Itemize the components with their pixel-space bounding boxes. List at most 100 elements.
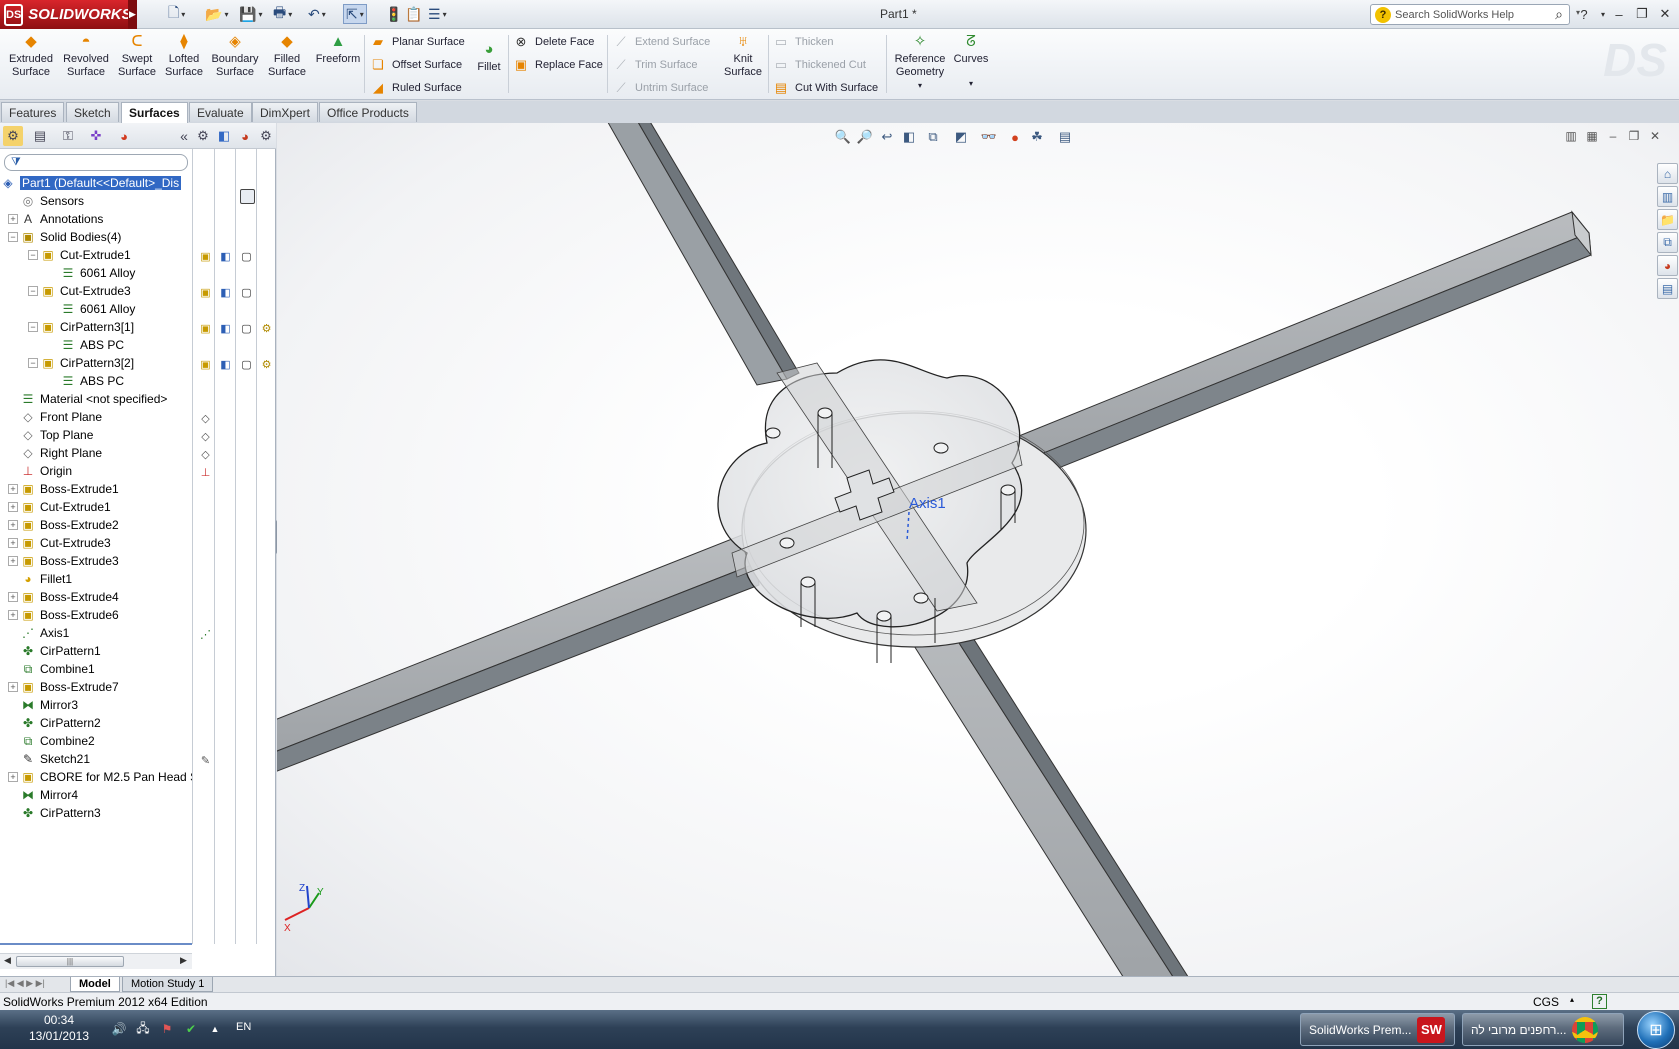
reference-geometry-dropdown-icon[interactable]: ▾: [918, 79, 922, 92]
tab-sketch[interactable]: Sketch: [66, 102, 119, 122]
offset-surface-button[interactable]: ❏ Offset Surface: [370, 55, 462, 75]
collapse-panel-icon[interactable]: «: [174, 126, 194, 146]
viewport-close-icon[interactable]: ✕: [1646, 128, 1664, 144]
edit-appearance-icon[interactable]: ●: [1005, 127, 1025, 147]
scroll-right-icon[interactable]: ▶: [180, 955, 187, 966]
taskbar-chrome-button[interactable]: רחפנים מרובי לה...: [1462, 1013, 1624, 1046]
material-column-icon[interactable]: ⚙: [259, 322, 274, 337]
tree-item[interactable]: + ▣ Boss-Extrude4: [0, 588, 192, 606]
tree-item[interactable]: + ▣ Cut-Extrude3: [0, 534, 192, 552]
solidworks-logo[interactable]: DS SOLIDWORKS: [0, 0, 132, 29]
scrollbar-thumb[interactable]: |||: [16, 956, 124, 967]
plane-visibility-icon[interactable]: ◇: [198, 448, 213, 463]
fillet-button[interactable]: ◕ Fillet: [466, 33, 512, 93]
tree-item[interactable]: ◇ Right Plane: [0, 444, 192, 462]
standoff[interactable]: [1000, 484, 1016, 496]
tree-item[interactable]: ✤ CirPattern3: [0, 804, 192, 822]
tree-root-part[interactable]: ◈ Part1 (Default<<Default>_Dis: [0, 174, 192, 192]
expand-toggle-icon[interactable]: +: [8, 772, 18, 782]
tree-item[interactable]: + ▣ CBORE for M2.5 Pan Head S: [0, 768, 192, 786]
view-palette-icon[interactable]: ⧉: [1657, 232, 1678, 253]
body-column-icon[interactable]: ▣: [198, 322, 213, 337]
show-hidden-icons-icon[interactable]: ▲: [206, 1020, 224, 1038]
tab-features[interactable]: Features: [1, 102, 65, 122]
trim-surface-button[interactable]: ⟋ Trim Surface: [613, 55, 697, 75]
scroll-left-icon[interactable]: ◀: [4, 955, 11, 966]
reference-geometry-button[interactable]: ✧ Reference Geometry ▾: [892, 33, 948, 93]
arm-upper-left[interactable]: [597, 123, 800, 386]
arm-right[interactable]: [976, 210, 1592, 496]
plane-visibility-icon[interactable]: ◇: [198, 430, 213, 445]
tree-item[interactable]: ⧉ Combine2: [0, 732, 192, 750]
system-clock[interactable]: 00:34 13/01/2013: [26, 1012, 92, 1044]
dimxpert-manager-icon[interactable]: ✜: [86, 126, 106, 146]
quick-tips-icon[interactable]: ?: [1592, 994, 1607, 1009]
display-column-icon[interactable]: ▢: [239, 322, 254, 337]
options-button[interactable]: ☰ ▾: [428, 4, 447, 24]
arm-lower-right[interactable]: [886, 588, 1192, 976]
thickened-cut-button[interactable]: ▭ Thickened Cut: [773, 55, 866, 75]
tab-model[interactable]: Model: [70, 977, 120, 992]
file-explorer-icon[interactable]: 📁: [1657, 209, 1678, 230]
zoom-to-area-icon[interactable]: 🔎: [855, 127, 875, 147]
apply-scene-icon[interactable]: ☘: [1027, 127, 1047, 147]
body-column-icon[interactable]: ▣: [198, 286, 213, 301]
tab-evaluate[interactable]: Evaluate: [189, 102, 252, 122]
curves-dropdown-icon[interactable]: ▾: [969, 77, 973, 90]
appearance-column-icon[interactable]: ◧: [218, 358, 233, 373]
expand-toggle-icon[interactable]: +: [8, 520, 18, 530]
view-settings-icon[interactable]: ▤: [1055, 127, 1075, 147]
graphics-viewport[interactable]: Axis1 X Y Z 🔍 🔎 ↩ ◧ ⧉ ◩ 👓 ● ☘ ▤ ▥ ▦ – ❐ …: [277, 123, 1679, 976]
appearances-icon[interactable]: ◕: [1657, 255, 1678, 276]
appearance-column-icon[interactable]: ◧: [218, 322, 233, 337]
tree-item[interactable]: + ▣ Cut-Extrude1: [0, 498, 192, 516]
tree-item[interactable]: ⊥ Origin: [0, 462, 192, 480]
model-view[interactable]: Axis1 X Y Z: [277, 123, 1679, 976]
close-icon[interactable]: ✕: [1656, 4, 1674, 24]
tree-item[interactable]: − ▣ Cut-Extrude1: [0, 246, 192, 264]
expand-toggle-icon[interactable]: −: [28, 322, 38, 332]
expand-toggle-icon[interactable]: −: [28, 286, 38, 296]
display-manager-icon[interactable]: ◕: [114, 126, 134, 146]
root-display-cell-icon[interactable]: [240, 189, 255, 204]
material-column-icon[interactable]: ⚙: [259, 358, 274, 373]
tree-item[interactable]: + ▣ Boss-Extrude7: [0, 678, 192, 696]
new-document-button[interactable]: 🗋 ▾: [168, 4, 185, 24]
start-button[interactable]: ⊞: [1637, 1011, 1675, 1049]
freeform-button[interactable]: ▲ Freeform: [312, 33, 364, 93]
print-button[interactable]: 🖶 ▾: [273, 4, 292, 24]
custom-properties-icon[interactable]: ▤: [1657, 278, 1678, 299]
tree-item[interactable]: − ▣ CirPattern3[2]: [0, 354, 192, 372]
solidworks-resources-icon[interactable]: ⌂: [1657, 163, 1678, 184]
display-column-icon[interactable]: ▢: [239, 358, 254, 373]
arm-lower-left[interactable]: [277, 532, 760, 775]
display-column-icon[interactable]: ▢: [239, 250, 254, 265]
taskbar-solidworks-button[interactable]: SolidWorks Prem... SW: [1300, 1013, 1455, 1046]
knit-surface-button[interactable]: ♅ Knit Surface: [718, 33, 768, 93]
revolved-surface-button[interactable]: ◓ Revolved Surface: [60, 33, 112, 93]
standoff[interactable]: [817, 407, 833, 419]
expand-toggle-icon[interactable]: +: [8, 610, 18, 620]
expand-toggle-icon[interactable]: −: [28, 250, 38, 260]
horizontal-scrollbar[interactable]: ◀ ||| ▶: [0, 953, 192, 969]
tree-item[interactable]: ⧓ Mirror4: [0, 786, 192, 804]
cut-with-surface-button[interactable]: ▤ Cut With Surface: [773, 78, 878, 98]
section-view-icon[interactable]: ◧: [899, 127, 919, 147]
expand-toggle-icon[interactable]: +: [8, 484, 18, 494]
language-indicator[interactable]: EN: [236, 1021, 251, 1033]
origin-visibility-icon[interactable]: ⊥: [198, 466, 213, 481]
tree-item[interactable]: ◇ Top Plane: [0, 426, 192, 444]
tree-item[interactable]: ◎ Sensors: [0, 192, 192, 210]
rebuild-icon[interactable]: 🚦: [385, 4, 402, 24]
viewport-minimize-icon[interactable]: –: [1604, 128, 1622, 144]
standoff[interactable]: [779, 537, 795, 549]
viewport-layout-2-icon[interactable]: ▦: [1583, 128, 1601, 144]
expand-toggle-icon[interactable]: +: [8, 502, 18, 512]
feature-manager-icon[interactable]: ⚙: [3, 126, 23, 146]
tree-item[interactable]: ☰ ABS PC: [0, 336, 192, 354]
filled-surface-button[interactable]: ◆ Filled Surface: [261, 33, 313, 93]
tree-item[interactable]: − ▣ Cut-Extrude3: [0, 282, 192, 300]
standoff[interactable]: [876, 610, 892, 622]
expand-toggle-icon[interactable]: +: [8, 538, 18, 548]
rollback-bar[interactable]: [0, 943, 192, 945]
